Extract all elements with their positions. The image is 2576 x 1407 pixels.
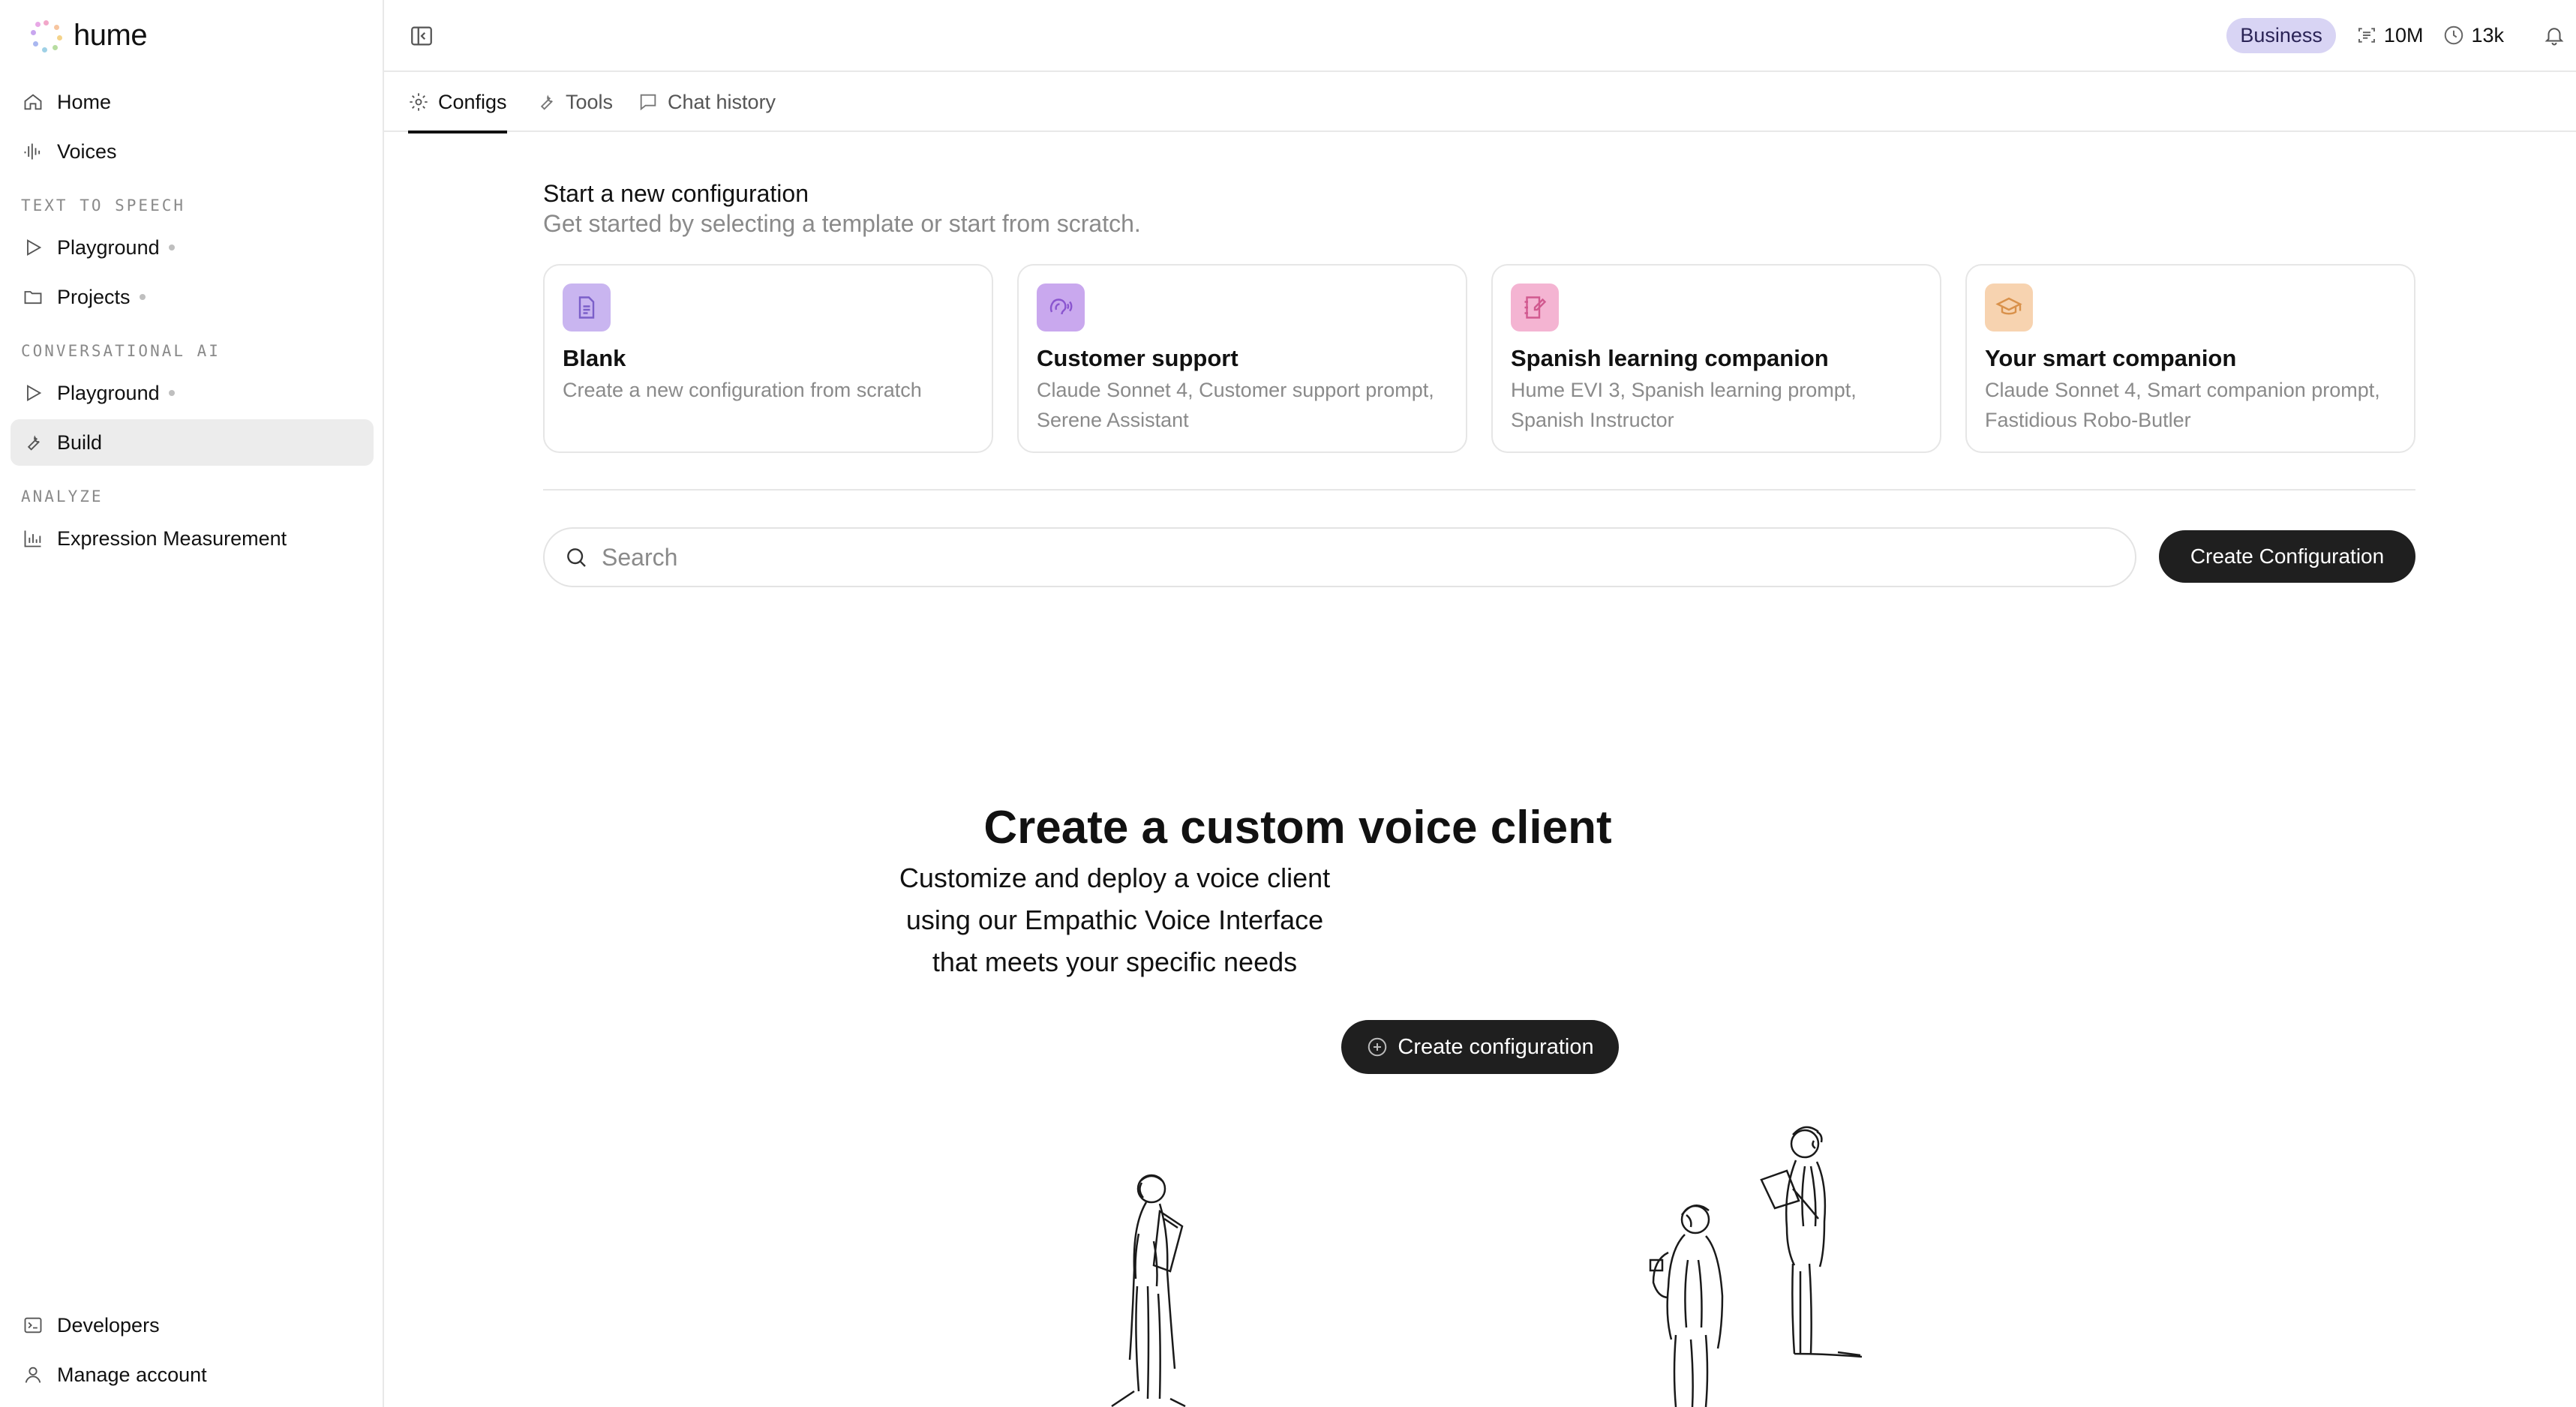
minutes-usage[interactable]: 13k (2442, 24, 2504, 47)
bell-icon (2544, 28, 2564, 46)
collapse-sidebar-button[interactable] (407, 21, 437, 51)
topbar: Business 10M 13k (384, 0, 2576, 72)
chat-icon (640, 94, 656, 111)
hero-create-configuration-button[interactable]: Create configuration (1341, 1020, 1619, 1074)
search-icon (567, 548, 586, 567)
template-title: Your smart companion (1985, 345, 2237, 371)
template-title: Customer support (1037, 345, 1238, 371)
hero-description-line: that meets your specific needs (932, 946, 1298, 977)
tab-label: Configs (438, 90, 507, 113)
notifications-button[interactable] (2543, 24, 2565, 46)
sidebar-item-manage-account[interactable]: Manage account (11, 1352, 374, 1398)
template-icon-tile (1037, 284, 1085, 332)
graduation-cap-icon (1995, 297, 2022, 315)
status-dot (168, 390, 175, 396)
sidebar-item-label: Manage account (57, 1363, 207, 1386)
sketch-person-with-cup-illustration (1649, 1204, 1724, 1407)
wrench-icon (540, 94, 553, 110)
tab-tools[interactable]: Tools (536, 72, 613, 132)
template-card-customer-support[interactable]: Customer support Claude Sonnet 4, Custom… (1017, 264, 1467, 453)
topbar-right: Business 10M 13k (2226, 16, 2576, 54)
play-icon (27, 385, 42, 401)
sidebar-item-build[interactable]: Build (11, 419, 374, 466)
section-label-conversational-ai: CONVERSATIONAL AI (21, 342, 221, 360)
status-dot (139, 294, 146, 300)
notebook-pen-icon (1524, 296, 1547, 319)
search-bar[interactable] (543, 527, 2136, 587)
template-card-spanish-learning[interactable]: Spanish learning companion Hume EVI 3, S… (1491, 264, 1941, 453)
template-icon-tile (563, 284, 611, 332)
tab-label: Tools (566, 90, 614, 113)
template-icon-tile (1511, 284, 1559, 332)
logo-mark-icon (30, 19, 63, 52)
sketch-person-reading-illustration (1111, 1174, 1186, 1407)
sidebar-item-label: Developers (57, 1313, 160, 1336)
tab-label: Chat history (668, 90, 776, 113)
section-label-analyze: ANALYZE (21, 488, 104, 506)
bar-chart-icon (24, 530, 41, 548)
characters-value: 10M (2383, 23, 2424, 46)
sidebar-item-label: Home (57, 90, 112, 113)
sidebar-item-label: Playground (57, 381, 160, 404)
waveform-icon (24, 143, 41, 160)
play-icon (27, 239, 42, 256)
folder-icon (24, 291, 42, 304)
section-divider (543, 489, 2415, 490)
template-card-blank[interactable]: Blank Create a new configuration from sc… (543, 264, 993, 453)
sidebar-item-label: Build (57, 430, 103, 454)
template-description: Claude Sonnet 4, Customer support prompt… (1037, 379, 1434, 431)
tab-configs[interactable]: Configs (408, 72, 507, 134)
sidebar-item-label: Projects (57, 285, 131, 308)
sidebar: hume Home Voices TEXT TO SPEECH Playgrou… (0, 0, 384, 1407)
sketch-person-with-clipboard-illustration (1760, 1126, 1863, 1358)
characters-usage[interactable]: 10M (2355, 23, 2424, 47)
section-label-tts: TEXT TO SPEECH (21, 196, 186, 214)
sidebar-item-conv-playground[interactable]: Playground (11, 370, 374, 416)
search-input[interactable] (602, 543, 2027, 572)
app-window: hume Home Voices TEXT TO SPEECH Playgrou… (0, 0, 2576, 1407)
sidebar-item-voices[interactable]: Voices (11, 128, 374, 175)
document-icon (578, 296, 595, 319)
plan-badge[interactable]: Business (2226, 17, 2336, 53)
status-dot (168, 244, 175, 250)
section-subtitle: Get started by selecting a template or s… (543, 210, 1141, 237)
characters-icon (2358, 28, 2375, 43)
terminal-icon (24, 1317, 42, 1334)
sidebar-item-label: Voices (57, 140, 117, 163)
template-title: Spanish learning companion (1511, 345, 1829, 371)
brand-name: hume (74, 18, 148, 52)
wrench-icon (27, 435, 40, 451)
tab-chat-history[interactable]: Chat history (638, 72, 776, 132)
sidebar-item-label: Expression Measurement (57, 526, 287, 550)
sidebar-item-tts-playground[interactable]: Playground (11, 224, 374, 271)
gear-icon (410, 93, 428, 111)
home-icon (24, 94, 42, 110)
sidebar-toggle-icon (411, 26, 432, 46)
minutes-value: 13k (2471, 23, 2504, 46)
hero-title: Create a custom voice client (983, 802, 1612, 854)
template-description: Hume EVI 3, Spanish learning prompt, Spa… (1511, 379, 1857, 431)
create-configuration-button[interactable]: Create Configuration (2159, 530, 2415, 583)
brand-logo[interactable]: hume (30, 16, 148, 54)
sidebar-item-expression-measurement[interactable]: Expression Measurement (11, 515, 374, 562)
sidebar-item-developers[interactable]: Developers (11, 1302, 374, 1348)
template-icon-tile (1985, 284, 2033, 332)
tab-bar: Configs Tools Chat history (384, 72, 2576, 134)
sidebar-item-home[interactable]: Home (11, 79, 374, 125)
sidebar-item-projects[interactable]: Projects (11, 274, 374, 320)
template-description: Create a new configuration from scratch (563, 379, 922, 401)
clock-icon (2445, 26, 2463, 45)
plus-circle-icon (1368, 1037, 1387, 1057)
hero-description-line: using our Empathic Voice Interface (905, 904, 1324, 935)
headset-voice-icon (1049, 298, 1073, 315)
hero-description-line: Customize and deploy a voice client (899, 862, 1331, 893)
user-icon (25, 1366, 41, 1383)
template-card-smart-companion[interactable]: Your smart companion Claude Sonnet 4, Sm… (1965, 264, 2415, 453)
template-description: Claude Sonnet 4, Smart companion prompt,… (1985, 379, 2380, 431)
template-title: Blank (563, 345, 626, 371)
section-title: Start a new configuration (543, 180, 809, 207)
sidebar-item-label: Playground (57, 236, 160, 259)
button-label: Create configuration (1398, 1034, 1594, 1059)
